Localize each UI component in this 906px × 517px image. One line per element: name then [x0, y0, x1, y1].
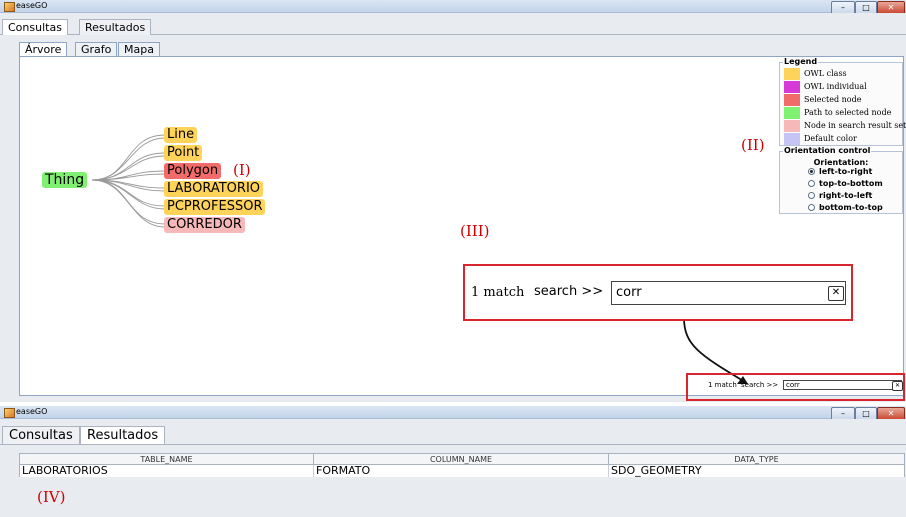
legend-item-selected-node: Selected node	[784, 94, 888, 106]
legend-swatch	[784, 120, 800, 132]
legend-item-owl-individual: OWL individual	[784, 81, 888, 93]
node-pcprofessor[interactable]: PCPROFESSOR	[164, 199, 266, 215]
clear-search-icon[interactable]: ✕	[828, 286, 844, 301]
legend-panel: Legend OWL class OWL individual Selected…	[779, 57, 906, 146]
edge-lines	[91, 134, 166, 228]
radio-label: bottom-to-top	[819, 203, 883, 212]
tab-consultas-2[interactable]: Consultas	[2, 426, 80, 444]
search-match-count: 1 match	[471, 285, 525, 300]
annotation-iii: (III)	[460, 222, 490, 240]
search-zoom-callout: 1 match search >> corr ✕	[463, 264, 853, 321]
radio-label: right-to-left	[819, 191, 873, 200]
legend-label: Selected node	[804, 95, 862, 104]
legend-label: Node in search result set	[804, 121, 906, 130]
search-input-zoomed[interactable]: corr ✕	[611, 281, 846, 305]
orientation-subtitle: Orientation:	[813, 158, 869, 167]
menu-divider-2	[0, 444, 906, 445]
legend-item-owl-class: OWL class	[784, 68, 888, 80]
annotation-iv: (IV)	[37, 488, 66, 506]
search-label: search >>	[534, 284, 604, 299]
legend-item-path: Path to selected node	[784, 107, 892, 119]
search-label-small: search >>	[741, 381, 779, 389]
radio-icon[interactable]	[808, 180, 815, 187]
legend-item-default: Default color	[784, 133, 888, 145]
legend-label: OWL class	[804, 69, 847, 78]
legend-swatch	[784, 68, 800, 80]
node-corredor[interactable]: CORREDOR	[164, 217, 245, 233]
search-value: corr	[616, 285, 642, 300]
table-cell[interactable]: LABORATORIOS	[20, 465, 314, 477]
legend-swatch	[784, 133, 800, 145]
node-thing[interactable]: Thing	[42, 172, 88, 188]
tab-resultados-2[interactable]: Resultados	[80, 426, 166, 444]
radio-icon[interactable]	[808, 192, 815, 199]
app-icon	[4, 408, 15, 418]
node-laboratorio[interactable]: LABORATORIO	[164, 181, 264, 197]
radio-icon[interactable]	[808, 168, 815, 175]
legend-label: Default color	[804, 134, 857, 143]
search-match-count-small: 1 match	[708, 381, 737, 389]
window-title-2: easeGO	[16, 407, 48, 416]
legend-swatch	[784, 94, 800, 106]
radio-icon[interactable]	[808, 204, 815, 211]
legend-label: Path to selected node	[804, 108, 892, 117]
legend-label: OWL individual	[804, 82, 867, 91]
table-cell[interactable]: SDO_GEOMETRY	[609, 465, 904, 477]
node-point[interactable]: Point	[164, 145, 203, 161]
legend-item-search-result: Node in search result set	[784, 120, 906, 132]
search-value-small: corr	[786, 381, 800, 389]
legend-swatch	[784, 107, 800, 119]
radio-label: top-to-bottom	[819, 179, 883, 188]
clear-search-icon-small[interactable]: ✕	[892, 381, 903, 391]
title-bar-2: easeGO – □ ✕	[0, 406, 906, 421]
search-input[interactable]: corr ✕	[783, 380, 903, 391]
legend-title: Legend	[783, 57, 819, 66]
table-cell[interactable]: FORMATO	[314, 465, 609, 477]
orientation-title: Orientation control	[783, 146, 872, 155]
orientation-panel: Orientation control Orientation: left-to…	[779, 146, 903, 214]
node-polygon[interactable]: Polygon	[164, 163, 222, 179]
results-table: TABLE_NAME COLUMN_NAME DATA_TYPE LABORAT…	[19, 453, 905, 477]
node-line[interactable]: Line	[164, 127, 198, 143]
legend-swatch	[784, 81, 800, 93]
annotation-ii: (II)	[741, 136, 765, 154]
radio-label: left-to-right	[819, 167, 873, 176]
annotation-i: (I)	[233, 161, 251, 179]
